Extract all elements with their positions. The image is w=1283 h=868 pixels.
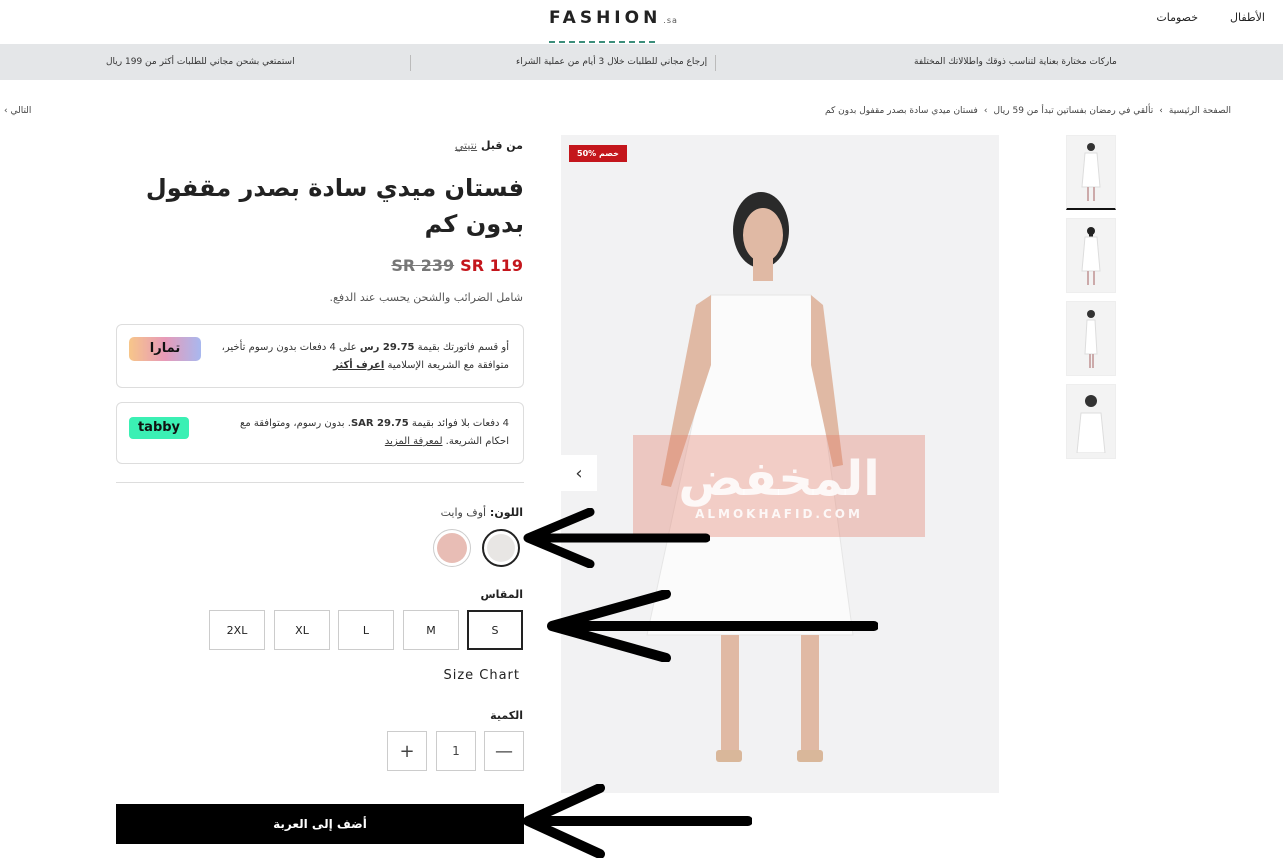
- color-selected: أوف وايت: [440, 506, 487, 519]
- size-option-2xl[interactable]: 2XL: [209, 610, 265, 650]
- product-main-image[interactable]: 50% خصم ‹ المخفض ALMOKHAFID.COM: [561, 135, 999, 793]
- watermark-domain: ALMOKHAFID.COM: [695, 507, 863, 521]
- promo-item-shipping: استمتعي بشحن مجاني للطلبات أكثر من 199 ر…: [106, 57, 295, 67]
- tamara-text: أو قسم فاتورتك بقيمة 29.75 رس على 4 دفعا…: [221, 342, 509, 371]
- breadcrumb-separator: ›: [1159, 106, 1163, 116]
- brand-line: من قبل نتيتي: [455, 139, 523, 152]
- promo-item-returns: إرجاع مجاني للطلبات خلال 3 أيام من عملية…: [516, 57, 708, 67]
- annotation-arrow: [547, 590, 878, 662]
- swatch-pink[interactable]: [433, 529, 471, 567]
- logo-underline: [549, 28, 667, 62]
- discount-badge: 50% خصم: [569, 145, 627, 162]
- tabby-learn-more-link[interactable]: لمعرفة المزيد: [385, 436, 443, 447]
- nav-item-kids[interactable]: الأطفال: [1230, 11, 1265, 24]
- watermark-text: المخفض: [678, 451, 880, 507]
- annotation-arrow: [523, 784, 752, 858]
- divider: [116, 482, 524, 483]
- plus-icon[interactable]: +: [387, 731, 427, 771]
- next-product-link[interactable]: ‹ التالي: [4, 106, 31, 116]
- tabby-text: 4 دفعات بلا فوائد بقيمة SAR 29.75. بدون …: [240, 418, 509, 447]
- tabby-installment-box: tabby 4 دفعات بلا فوائد بقيمة SAR 29.75.…: [116, 402, 524, 464]
- promo-item-brands: ماركات مختارة بعناية لتناسب ذوقك واطلالا…: [914, 57, 1117, 67]
- chevron-left-icon[interactable]: ‹: [561, 455, 597, 491]
- size-label: المقاس: [480, 588, 523, 601]
- size-option-m[interactable]: M: [403, 610, 459, 650]
- size-option-s[interactable]: S: [467, 610, 523, 650]
- top-bar: FASHION .sa الأطفال خصومات: [0, 0, 1283, 62]
- main-nav: الأطفال خصومات: [1156, 11, 1265, 24]
- promo-divider: [715, 55, 716, 71]
- breadcrumb-home[interactable]: الصفحة الرئيسية: [1169, 106, 1231, 116]
- tamara-learn-more-link[interactable]: اعرف أكثر: [333, 360, 384, 371]
- promo-bar: ماركات مختارة بعناية لتناسب ذوقك واطلالا…: [0, 44, 1283, 80]
- breadcrumb-current: فستان ميدي سادة بصدر مقفول بدون كم: [825, 106, 978, 116]
- site-logo[interactable]: FASHION .sa: [549, 8, 678, 28]
- price-block: 119 SR 239 SR: [391, 256, 523, 275]
- thumbnail-2[interactable]: [1066, 218, 1116, 293]
- brand-link[interactable]: نتيتي: [455, 139, 477, 152]
- thumbnail-4[interactable]: [1066, 384, 1116, 459]
- tax-note: شامل الضرائب والشحن يحسب عند الدفع.: [329, 291, 523, 304]
- swatch-off-white[interactable]: [482, 529, 520, 567]
- by-label: من قبل: [480, 139, 523, 152]
- breadcrumb-separator: ›: [983, 106, 988, 116]
- size-option-xl[interactable]: XL: [274, 610, 330, 650]
- current-price: 119 SR: [460, 256, 523, 275]
- thumbnail-3[interactable]: [1066, 301, 1116, 376]
- original-price: 239 SR: [391, 256, 455, 275]
- tamara-installment-box: تمارا أو قسم فاتورتك بقيمة 29.75 رس على …: [116, 324, 524, 388]
- add-to-cart-button[interactable]: أضف إلى العربة: [116, 804, 524, 844]
- quantity-label: الكمية: [490, 709, 523, 722]
- quantity-input[interactable]: 1: [436, 731, 476, 771]
- minus-icon[interactable]: —: [484, 731, 524, 771]
- tabby-logo: tabby: [129, 417, 189, 439]
- color-label: اللون: أوف وايت: [440, 506, 523, 519]
- thumbnail-1[interactable]: [1066, 135, 1116, 210]
- tamara-logo: تمارا: [129, 337, 201, 361]
- promo-divider: [410, 55, 411, 71]
- size-option-l[interactable]: L: [338, 610, 394, 650]
- breadcrumb-category[interactable]: تألقي في رمضان بفساتين تبدأ من 59 ريال: [993, 106, 1153, 116]
- size-chart-link[interactable]: Size Chart: [443, 668, 520, 683]
- breadcrumb: الصفحة الرئيسية › تألقي في رمضان بفساتين…: [825, 106, 1231, 116]
- product-title: فستان ميدي سادة بصدر مقفول بدون كم: [145, 174, 524, 238]
- nav-item-discounts[interactable]: خصومات: [1156, 11, 1198, 24]
- annotation-arrow: [523, 508, 710, 568]
